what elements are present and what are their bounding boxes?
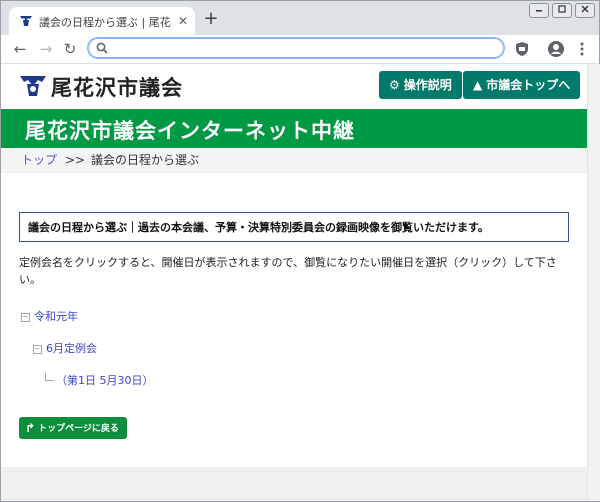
notice-box: 議会の日程から選ぶ｜過去の本会議、予算・決算特別委員会の録画映像を御覧いただけま… bbox=[19, 212, 569, 242]
tab-strip: 議会の日程から選ぶ | 尾花沢市議会 ✕ + bbox=[1, 1, 599, 35]
shield-extension-icon[interactable] bbox=[513, 40, 531, 58]
search-icon bbox=[96, 42, 108, 54]
site-favicon-icon bbox=[20, 16, 32, 26]
tree-branch-icon bbox=[45, 373, 54, 381]
maximize-icon bbox=[558, 5, 566, 13]
browser-toolbar: ← → ↻ bbox=[1, 35, 599, 64]
new-tab-button[interactable]: + bbox=[201, 10, 221, 30]
title-band: 尾花沢市議会インターネット中継 bbox=[1, 109, 587, 148]
footer-area bbox=[1, 467, 587, 501]
back-to-top-label: トップページに戻る bbox=[38, 424, 119, 434]
breadcrumb: トップ >> 議会の日程から選ぶ bbox=[1, 148, 587, 173]
warning-triangle-icon: ▲ bbox=[473, 78, 483, 92]
city-emblem-icon bbox=[20, 76, 46, 96]
collapse-toggle-icon[interactable]: − bbox=[33, 345, 42, 354]
help-button-label: 操作説明 bbox=[403, 78, 452, 92]
page-content: 尾花沢市議会 ⚙ 操作説明 ▲ 市議会トップへ 尾花沢市議会インターネット中継 トッ… bbox=[1, 64, 587, 501]
tree-session-label: 6月定例会 bbox=[46, 342, 97, 355]
help-button[interactable]: ⚙ 操作説明 bbox=[379, 71, 462, 99]
back-button[interactable]: ← bbox=[9, 38, 31, 60]
page-title: 尾花沢市議会インターネット中継 bbox=[25, 119, 355, 143]
council-top-button-label: 市議会トップへ bbox=[486, 78, 571, 92]
breadcrumb-current: 議会の日程から選ぶ bbox=[91, 153, 200, 167]
tree-day-label: （第1日 5月30日） bbox=[56, 374, 154, 387]
page-scrollbar[interactable] bbox=[587, 64, 600, 501]
reload-button[interactable]: ↻ bbox=[59, 38, 81, 60]
browser-window: 議会の日程から選ぶ | 尾花沢市議会 ✕ + ← → ↻ bbox=[0, 0, 600, 502]
forward-button[interactable]: → bbox=[35, 38, 57, 60]
window-controls bbox=[526, 3, 595, 19]
browser-tab[interactable]: 議会の日程から選ぶ | 尾花沢市議会 ✕ bbox=[9, 7, 195, 35]
tree-day-item[interactable]: （第1日 5月30日） bbox=[45, 372, 154, 388]
tree-session-item[interactable]: −6月定例会 bbox=[33, 340, 97, 356]
address-input[interactable] bbox=[114, 40, 498, 58]
breadcrumb-home-link[interactable]: トップ bbox=[21, 148, 57, 172]
profile-avatar-icon[interactable] bbox=[547, 40, 565, 58]
site-logo-text[interactable]: 尾花沢市議会 bbox=[51, 72, 183, 102]
close-icon bbox=[581, 5, 589, 13]
maximize-button[interactable] bbox=[552, 3, 572, 18]
site-header: 尾花沢市議会 ⚙ 操作説明 ▲ 市議会トップへ bbox=[1, 64, 587, 108]
tree-year-label: 令和元年 bbox=[34, 310, 78, 323]
menu-kebab-icon[interactable] bbox=[573, 40, 591, 58]
minimize-button[interactable] bbox=[529, 3, 549, 18]
tab-title: 議会の日程から選ぶ | 尾花沢市議会 bbox=[39, 16, 171, 29]
tab-close-icon[interactable]: ✕ bbox=[175, 13, 191, 29]
tree-year-item[interactable]: − 令和元年 bbox=[21, 308, 78, 324]
close-window-button[interactable] bbox=[575, 3, 595, 18]
minimize-icon bbox=[536, 10, 542, 12]
council-top-button[interactable]: ▲ 市議会トップへ bbox=[463, 71, 581, 99]
return-arrow-icon: ↱ bbox=[25, 421, 36, 435]
gear-icon: ⚙ bbox=[389, 78, 400, 92]
breadcrumb-separator: >> bbox=[65, 153, 86, 167]
address-bar[interactable] bbox=[87, 37, 505, 59]
instruction-text: 定例会名をクリックすると、開催日が表示されますので、御覧になりたい開催日を選択（… bbox=[19, 256, 557, 286]
back-to-top-button[interactable]: ↱ トップページに戻る bbox=[19, 417, 127, 439]
collapse-toggle-icon[interactable]: − bbox=[21, 313, 30, 322]
